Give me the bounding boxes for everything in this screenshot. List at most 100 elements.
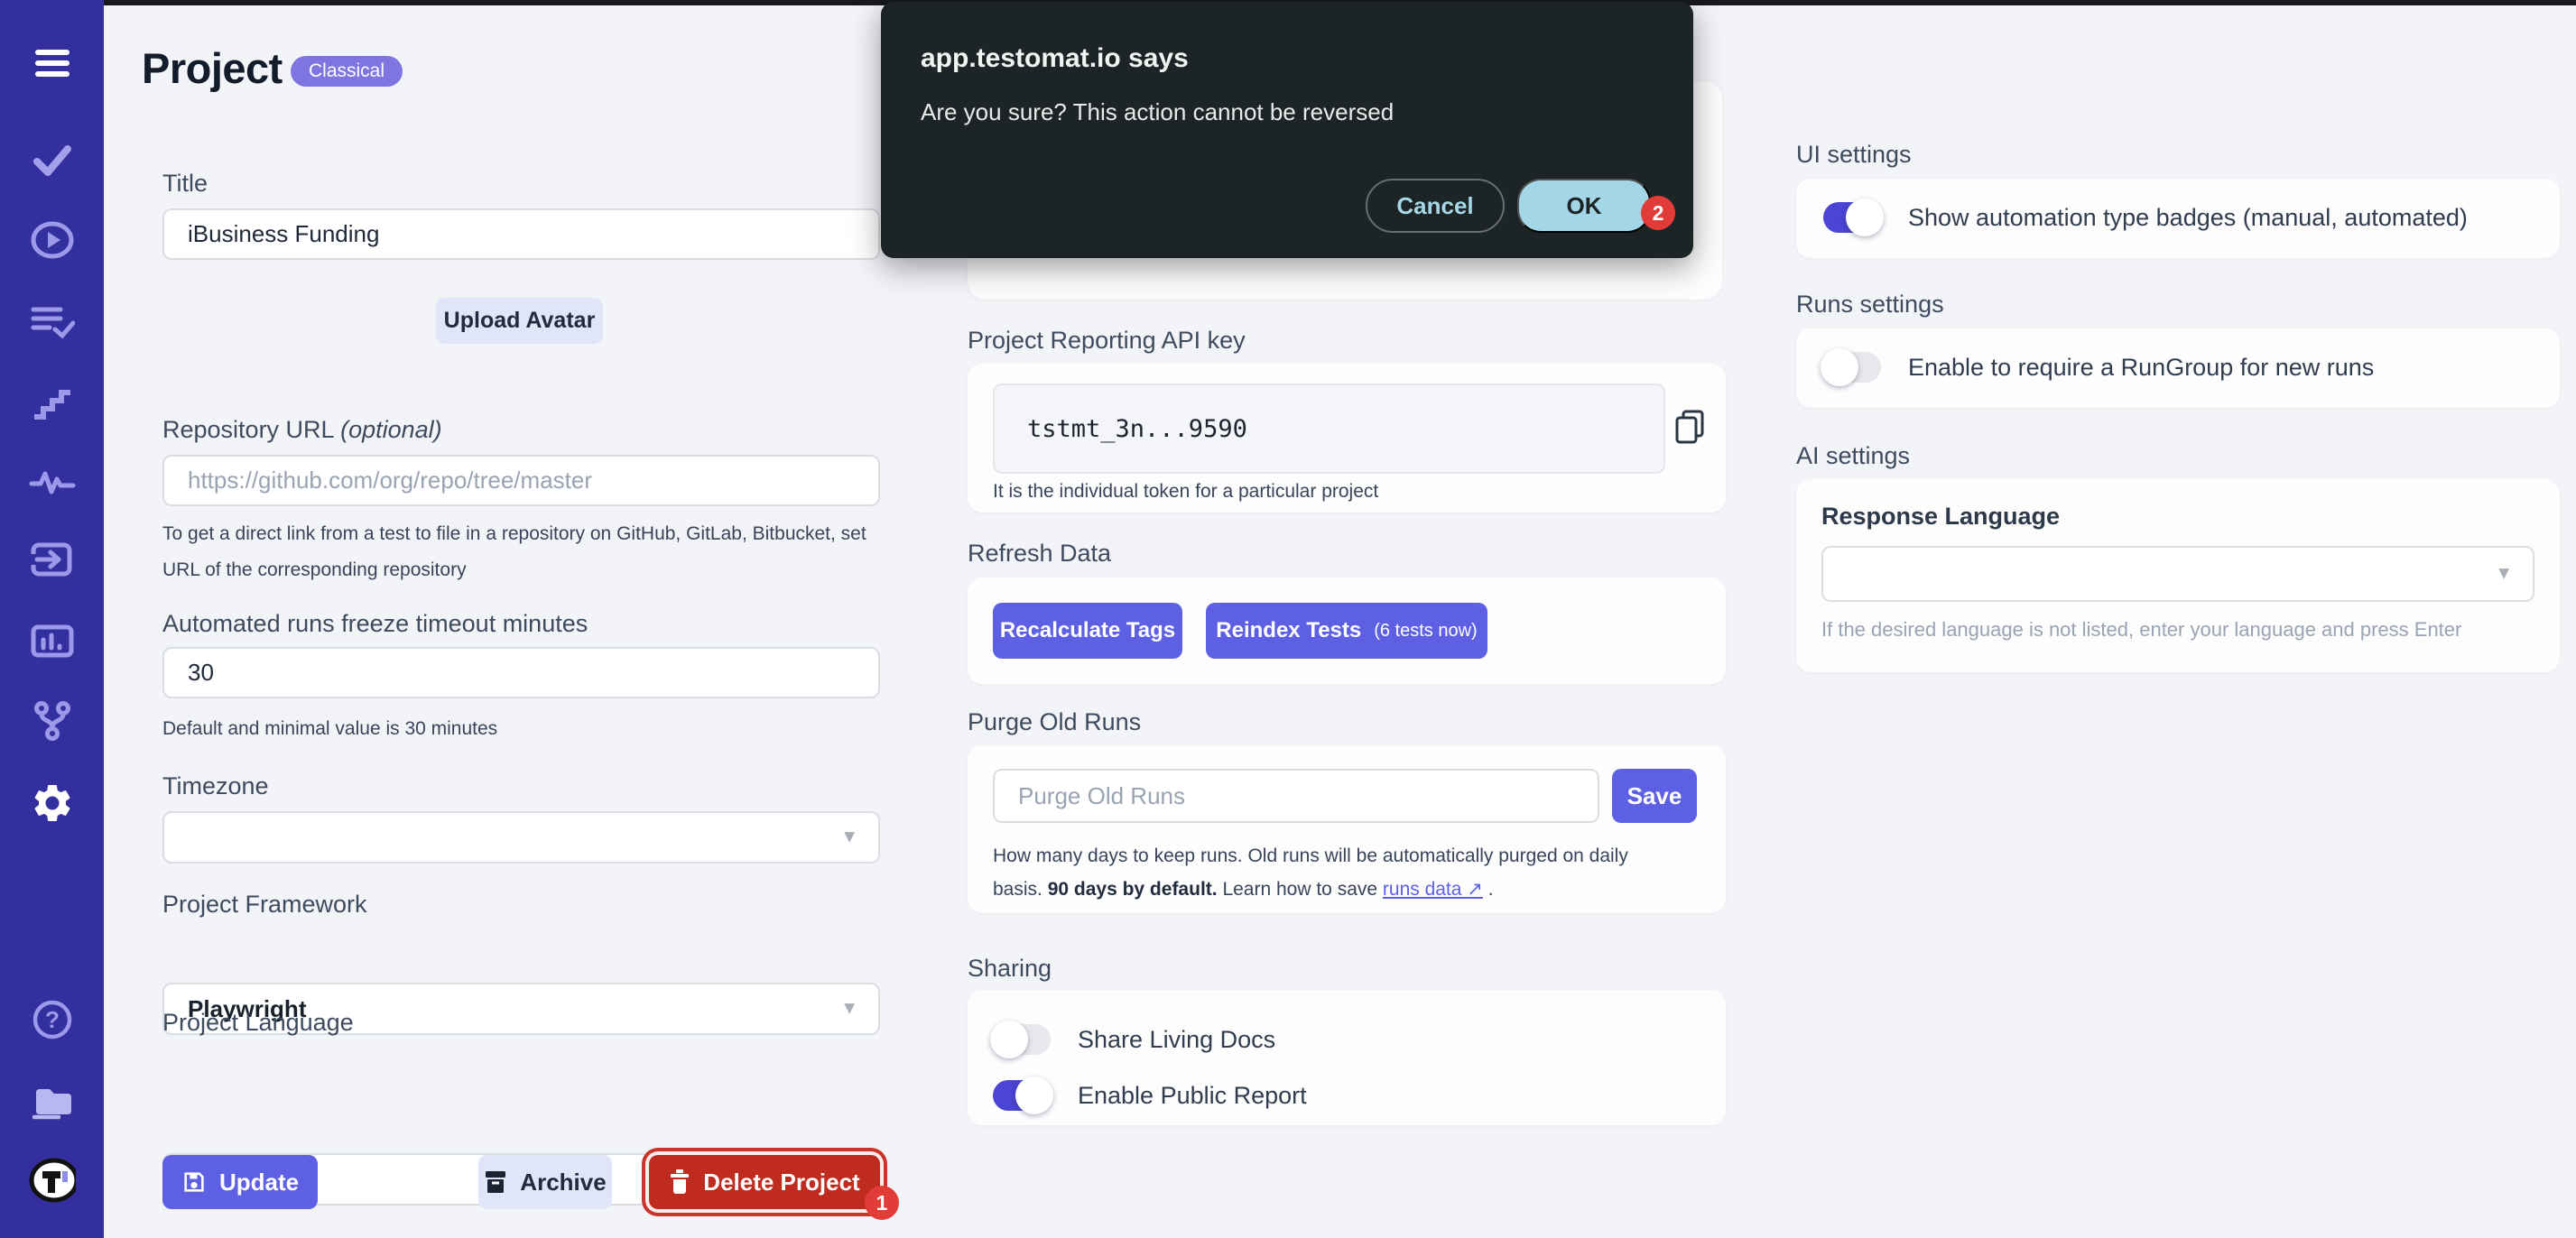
update-button-label: Update bbox=[218, 1168, 300, 1196]
refresh-data-label: Refresh Data bbox=[968, 540, 1112, 567]
repository-url-label: Repository URL (optional) bbox=[162, 416, 442, 444]
purge-help-bold: 90 days by default. bbox=[1047, 879, 1218, 900]
ui-settings-label: UI settings bbox=[1796, 141, 1912, 168]
freeze-timeout-help: Default and minimal value is 30 minutes bbox=[162, 718, 498, 739]
share-living-docs-row: Share Living Docs bbox=[990, 1021, 1276, 1058]
chevron-down-icon: ▼ bbox=[840, 998, 858, 1019]
reindex-tests-button[interactable]: Reindex Tests (6 tests now) bbox=[1206, 603, 1487, 659]
api-token-value[interactable]: tstmt_3n...9590 bbox=[993, 383, 1665, 474]
dialog-ok-button[interactable]: OK bbox=[1517, 179, 1651, 233]
response-language-label: Response Language bbox=[1821, 503, 2061, 530]
timezone-select[interactable]: ▼ bbox=[162, 811, 880, 864]
purge-old-runs-input[interactable] bbox=[993, 769, 1599, 823]
help-icon[interactable]: ? bbox=[29, 996, 76, 1043]
response-language-help: If the desired language is not listed, e… bbox=[1821, 618, 2462, 641]
trash-icon bbox=[671, 1169, 690, 1194]
logo[interactable] bbox=[29, 1157, 76, 1204]
projects-folder-icon[interactable] bbox=[29, 1077, 76, 1124]
ai-settings-card: Response Language ▼ If the desired langu… bbox=[1796, 479, 2560, 672]
repository-url-optional: (optional) bbox=[340, 416, 442, 443]
purge-old-runs-card: Save How many days to keep runs. Old run… bbox=[968, 745, 1726, 913]
timezone-label: Timezone bbox=[162, 772, 269, 799]
archive-button-label: Archive bbox=[520, 1168, 607, 1196]
repository-url-help: To get a direct link from a test to file… bbox=[162, 523, 866, 580]
enable-public-report-row: Enable Public Report bbox=[993, 1076, 1307, 1114]
sharing-card: Share Living Docs Enable Public Report bbox=[968, 990, 1726, 1125]
project-framework-label: Project Framework bbox=[162, 891, 367, 918]
purge-help: How many days to keep runs. Old runs wil… bbox=[993, 839, 1661, 906]
analytics-icon[interactable] bbox=[29, 617, 76, 664]
repository-url-input[interactable] bbox=[162, 455, 880, 506]
api-token-help: It is the individual token for a particu… bbox=[993, 481, 1379, 502]
settings-gear-icon[interactable] bbox=[29, 780, 76, 827]
browser-confirm-dialog: app.testomat.io says Are you sure? This … bbox=[881, 2, 1693, 258]
reindex-tests-label: Reindex Tests bbox=[1216, 618, 1362, 642]
freeze-timeout-input-field[interactable] bbox=[188, 659, 855, 687]
response-language-select[interactable]: ▼ bbox=[1821, 546, 2534, 602]
automation-badges-label: Show automation type badges (manual, aut… bbox=[1908, 203, 2468, 231]
save-icon bbox=[184, 1172, 204, 1192]
copy-icon[interactable] bbox=[1673, 409, 1706, 449]
run-play-icon[interactable] bbox=[29, 217, 76, 263]
freeze-timeout-label: Automated runs freeze timeout minutes bbox=[162, 610, 588, 637]
external-link-icon: ↗ bbox=[1467, 879, 1483, 900]
delete-annotation-badge: 1 bbox=[865, 1186, 899, 1220]
purge-help-text3: . bbox=[1482, 879, 1494, 900]
freeze-timeout-input[interactable] bbox=[162, 647, 880, 698]
title-label: Title bbox=[162, 170, 208, 197]
dialog-cancel-button[interactable]: Cancel bbox=[1366, 179, 1505, 233]
require-rungroup-toggle[interactable] bbox=[1821, 348, 1881, 386]
toggle-knob bbox=[990, 1021, 1028, 1058]
delete-project-button-label: Delete Project bbox=[703, 1168, 860, 1196]
import-icon[interactable] bbox=[29, 536, 76, 583]
title-input[interactable] bbox=[162, 208, 880, 260]
steps-icon[interactable] bbox=[29, 378, 76, 425]
require-rungroup-row: Enable to require a RunGroup for new run… bbox=[1821, 348, 2375, 386]
require-rungroup-label: Enable to require a RunGroup for new run… bbox=[1908, 353, 2375, 381]
archive-button[interactable]: Archive bbox=[478, 1155, 612, 1209]
purge-old-runs-label: Purge Old Runs bbox=[968, 708, 1142, 735]
pulse-icon[interactable] bbox=[29, 457, 76, 504]
reindex-tests-note: (6 tests now) bbox=[1374, 620, 1478, 641]
toggle-knob bbox=[1846, 199, 1884, 236]
automation-badges-toggle[interactable] bbox=[1823, 199, 1884, 236]
purge-help-text2: Learn how to save bbox=[1217, 879, 1383, 900]
runs-settings-label: Runs settings bbox=[1796, 291, 1944, 318]
purge-save-button[interactable]: Save bbox=[1612, 769, 1697, 823]
reporting-api-key-card: tstmt_3n...9590 It is the individual tok… bbox=[968, 364, 1726, 513]
menu-icon[interactable] bbox=[29, 40, 76, 87]
runs-data-link[interactable]: runs data ↗ bbox=[1383, 879, 1483, 900]
repository-url-input-field[interactable] bbox=[188, 467, 855, 494]
delete-project-button[interactable]: Delete Project bbox=[649, 1155, 880, 1209]
branches-icon[interactable] bbox=[29, 697, 76, 744]
update-button[interactable]: Update bbox=[162, 1155, 318, 1209]
share-living-docs-toggle[interactable] bbox=[990, 1021, 1051, 1058]
automation-badges-row: Show automation type badges (manual, aut… bbox=[1823, 199, 2468, 236]
upload-avatar-button[interactable]: Upload Avatar bbox=[436, 298, 603, 344]
refresh-data-card: Recalculate Tags Reindex Tests (6 tests … bbox=[968, 577, 1726, 684]
runs-list-icon[interactable] bbox=[29, 298, 76, 345]
runs-settings-card: Enable to require a RunGroup for new run… bbox=[1796, 328, 2560, 408]
repository-url-label-text: Repository URL bbox=[162, 416, 341, 443]
sidebar: ? bbox=[0, 0, 104, 1238]
ok-annotation-badge: 2 bbox=[1641, 196, 1675, 230]
ui-settings-card: Show automation type badges (manual, aut… bbox=[1796, 179, 2560, 258]
tests-check-icon[interactable] bbox=[29, 135, 76, 182]
toggle-knob bbox=[1821, 348, 1858, 386]
share-living-docs-label: Share Living Docs bbox=[1078, 1025, 1276, 1053]
recalculate-tags-button[interactable]: Recalculate Tags bbox=[993, 603, 1182, 659]
svg-text:?: ? bbox=[45, 1006, 60, 1033]
toggle-knob bbox=[1015, 1076, 1053, 1114]
title-input-field[interactable] bbox=[188, 220, 855, 248]
archive-icon bbox=[486, 1171, 506, 1193]
sharing-label: Sharing bbox=[968, 955, 1052, 982]
dialog-message: Are you sure? This action cannot be reve… bbox=[921, 98, 1395, 125]
enable-public-report-toggle[interactable] bbox=[993, 1076, 1053, 1114]
reporting-api-key-label: Project Reporting API key bbox=[968, 327, 1246, 354]
chevron-down-icon: ▼ bbox=[840, 827, 858, 847]
enable-public-report-label: Enable Public Report bbox=[1078, 1081, 1307, 1109]
page-title: Project bbox=[142, 44, 283, 92]
purge-old-runs-input-field[interactable] bbox=[1018, 781, 1574, 810]
runs-data-link-label: runs data bbox=[1382, 879, 1462, 900]
project-language-label: Project Language bbox=[162, 1009, 354, 1036]
